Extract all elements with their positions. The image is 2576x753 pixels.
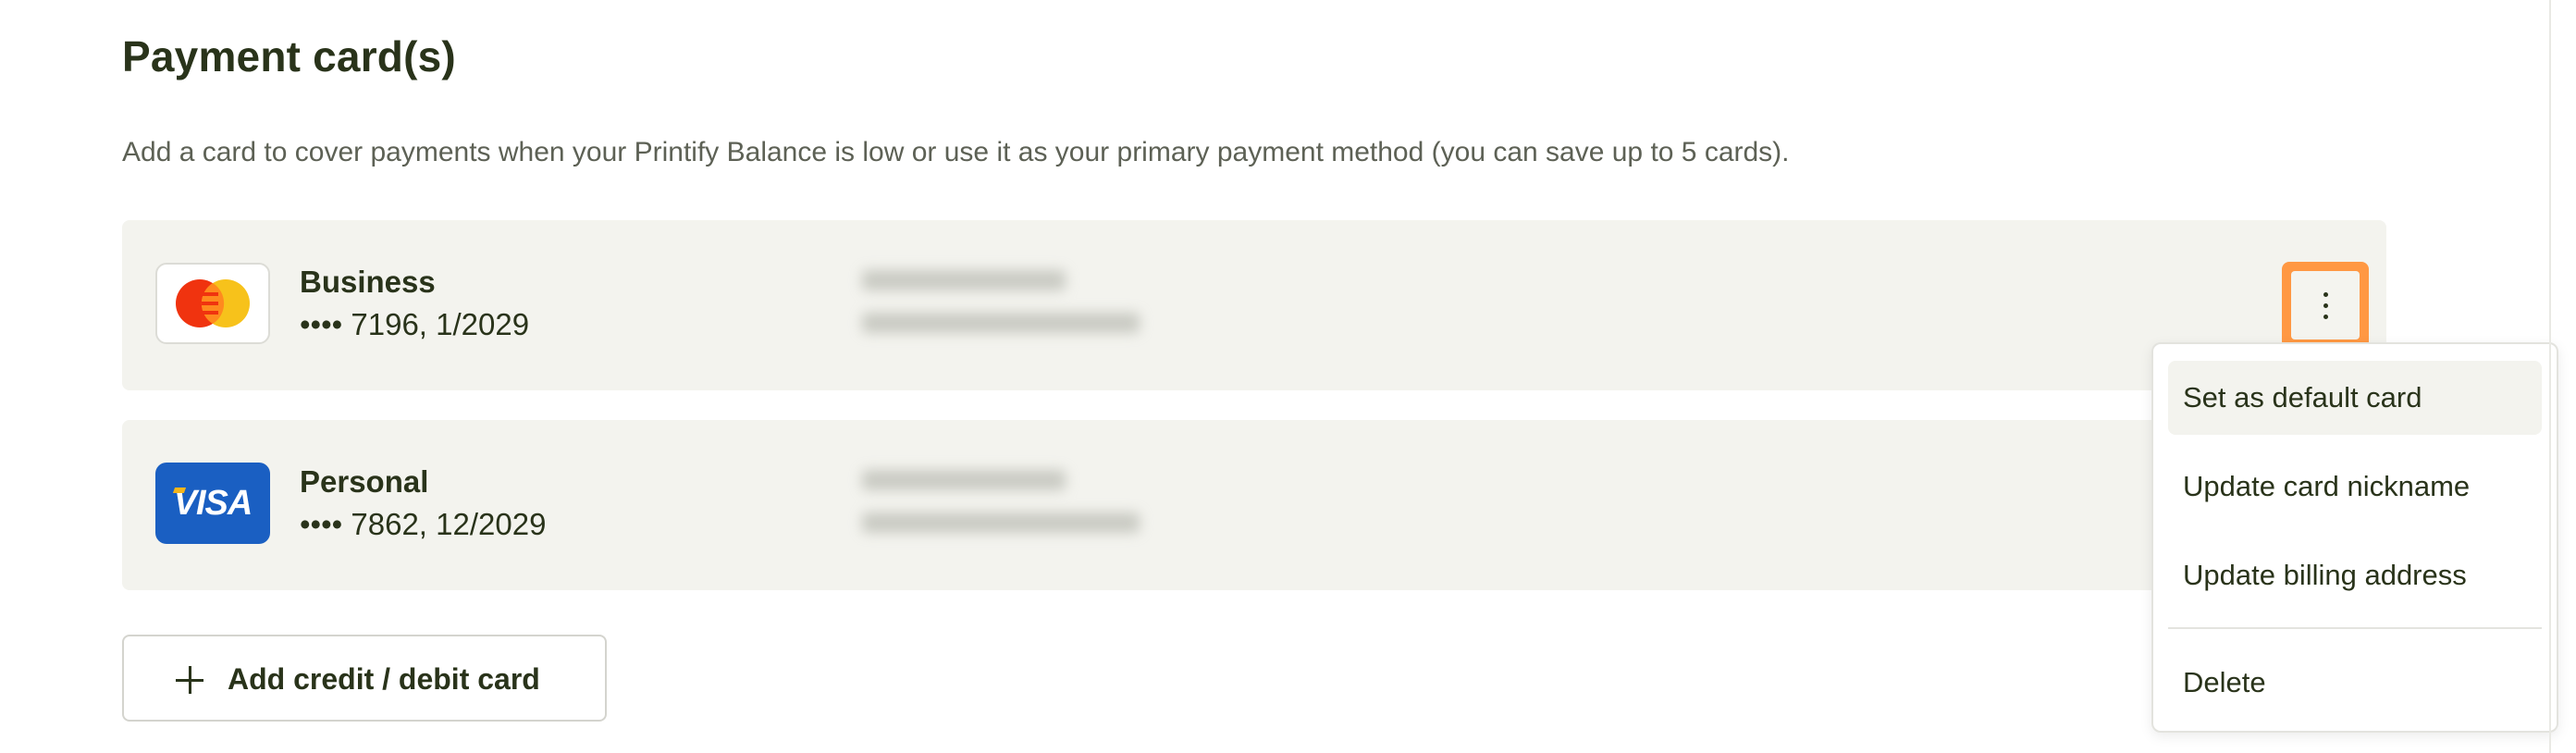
mastercard-logo-icon (155, 263, 270, 344)
menu-item-set-default[interactable]: Set as default card (2168, 361, 2542, 435)
visa-logo-text: VISA (172, 483, 253, 523)
menu-item-update-billing[interactable]: Update billing address (2168, 538, 2542, 612)
card-options-menu: Set as default card Update card nickname… (2151, 342, 2558, 733)
card-masked-number: •••• 7862, 12/2029 (300, 507, 547, 541)
card-masked-number: •••• 7196, 1/2029 (300, 307, 530, 341)
mastercard-logo-svg (176, 279, 250, 327)
page-title: Payment card(s) (122, 32, 456, 80)
plus-icon (176, 666, 203, 694)
section-description: Add a card to cover payments when your P… (122, 137, 1790, 167)
card-options-button[interactable] (2282, 262, 2369, 349)
menu-item-update-nickname[interactable]: Update card nickname (2168, 450, 2542, 524)
redacted-billing-info (844, 457, 1167, 549)
more-vertical-icon[interactable] (2291, 271, 2360, 339)
menu-divider (2168, 627, 2542, 629)
card-nickname: Personal (300, 464, 429, 499)
scrollbar-track[interactable] (2549, 0, 2551, 753)
redacted-billing-info (844, 257, 1167, 350)
card-nickname: Business (300, 265, 436, 299)
card-row-personal: VISA Personal •••• 7862, 12/2029 (122, 420, 2386, 590)
add-card-button[interactable]: Add credit / debit card (122, 635, 607, 722)
menu-item-delete[interactable]: Delete (2168, 646, 2542, 720)
card-row-business: Business •••• 7196, 1/2029 (122, 220, 2386, 390)
visa-logo-icon: VISA (155, 463, 270, 544)
add-card-label: Add credit / debit card (228, 662, 540, 696)
payment-cards-page: Payment card(s) Add a card to cover paym… (0, 0, 2576, 753)
